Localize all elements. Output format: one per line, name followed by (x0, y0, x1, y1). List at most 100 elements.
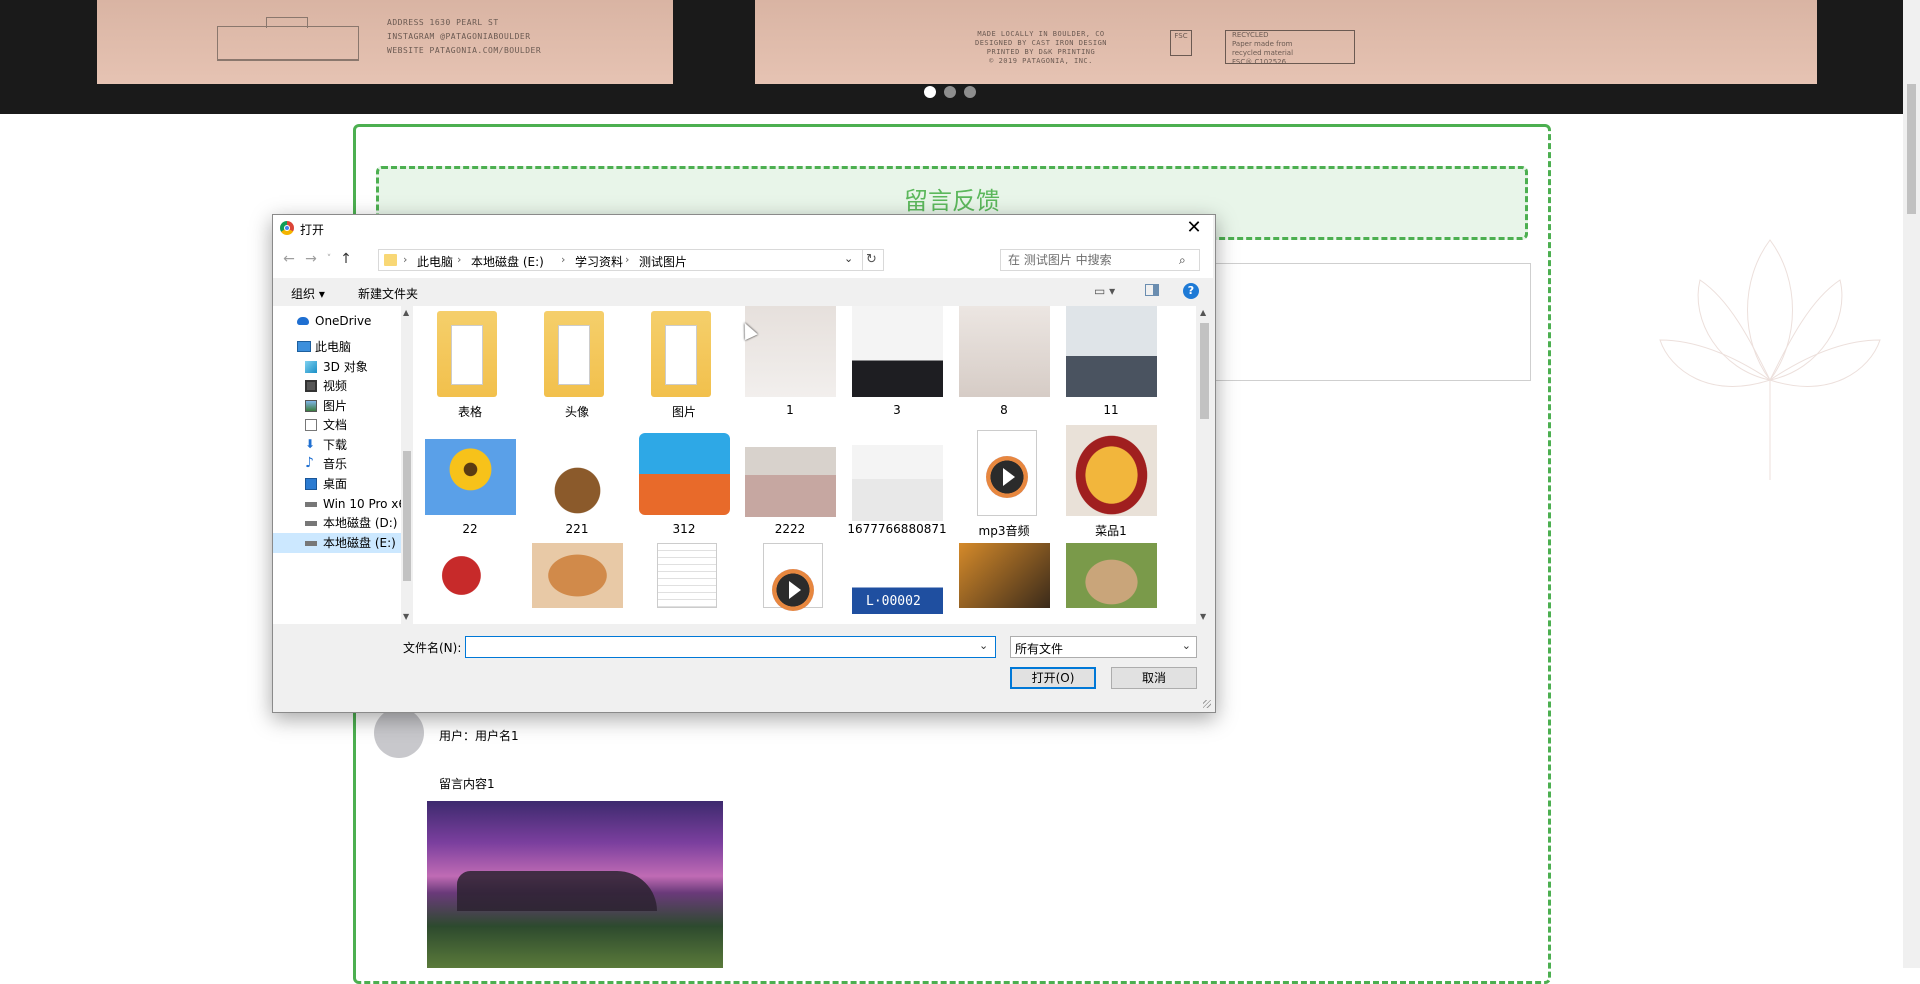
nav-item[interactable]: ♪ 音乐 (273, 454, 401, 474)
resize-grip-icon[interactable] (1203, 700, 1211, 708)
page-scrollbar-thumb[interactable] (1907, 84, 1916, 214)
file-item[interactable] (520, 543, 624, 624)
file-item[interactable]: 图片 (627, 306, 731, 421)
organize-menu[interactable]: 组织 ▾ (291, 285, 325, 302)
nav-item[interactable]: 本地磁盘 (D:) (273, 513, 401, 533)
file-item[interactable]: 22 (413, 425, 517, 540)
cancel-button[interactable]: 取消 (1111, 667, 1197, 689)
document-file-icon (657, 543, 717, 608)
dialog-titlebar[interactable]: 打开 ✕ (273, 215, 1213, 242)
filetype-select[interactable]: 所有文件 ⌄ (1010, 636, 1197, 658)
file-item[interactable]: 11 (1054, 306, 1158, 421)
open-button[interactable]: 打开(O) (1010, 667, 1096, 689)
filename-label: 文件名(N): (403, 641, 462, 655)
scroll-up-icon[interactable]: ▲ (403, 308, 409, 317)
scroll-down-icon[interactable]: ▼ (1200, 612, 1206, 621)
plate-text: L·00002 (866, 594, 921, 609)
navigation-pane-scrollbar[interactable]: ▲ ▼ (401, 306, 413, 624)
up-arrow-icon[interactable]: ↑ (336, 249, 356, 269)
file-item[interactable] (947, 543, 1051, 624)
folder-icon (437, 311, 497, 397)
breadcrumb-test-images[interactable]: 测试图片 (639, 253, 687, 270)
chevron-down-icon[interactable]: ⌄ (844, 252, 853, 265)
document-icon (305, 419, 317, 431)
nav-item[interactable]: ⬇ 下载 (273, 435, 401, 455)
desktop-icon (305, 478, 317, 490)
file-item[interactable]: L·00002 (840, 543, 944, 624)
nav-item[interactable]: 视频 (273, 376, 401, 396)
nav-item[interactable]: 桌面 (273, 474, 401, 494)
file-open-dialog: 打开 ✕ ← → ˅ ↑ › 此电脑 › 本地磁盘 (E:) › 学习资料 › … (272, 214, 1216, 713)
nav-item-label: 此电脑 (315, 340, 352, 354)
breadcrumb-study[interactable]: 学习资料 (575, 253, 623, 270)
navigation-scrollbar-thumb[interactable] (403, 451, 411, 581)
file-item[interactable]: 2222 (733, 425, 837, 540)
carousel-dot-1[interactable] (924, 86, 936, 98)
slide-credits-text: MADE LOCALLY IN BOULDER, CO DESIGNED BY … (975, 30, 1108, 65)
forward-arrow-icon[interactable]: → (301, 249, 321, 269)
chevron-down-icon[interactable]: ⌄ (979, 639, 988, 652)
picture-icon (305, 400, 317, 412)
filename-combobox[interactable]: ⌄ (465, 636, 996, 658)
image-thumbnail (959, 306, 1050, 397)
building-illustration (217, 17, 359, 61)
carousel-dot-2[interactable] (944, 86, 956, 98)
drive-icon (305, 541, 317, 546)
nav-item[interactable]: 本地磁盘 (E:) (273, 533, 401, 553)
nav-item-label: 本地磁盘 (E:) (323, 536, 396, 550)
dialog-toolbar: 组织 ▾ 新建文件夹 ▭ ▾ ? (273, 278, 1213, 306)
folder-icon (651, 311, 711, 397)
scroll-down-icon[interactable]: ▼ (403, 612, 409, 621)
avatar (374, 708, 424, 758)
file-list-scrollbar-thumb[interactable] (1200, 323, 1209, 419)
refresh-icon[interactable]: ↻ (860, 249, 884, 271)
message-textarea[interactable] (1205, 263, 1531, 381)
nav-item[interactable]: OneDrive (273, 311, 401, 331)
file-name: 11 (1103, 403, 1119, 417)
file-item[interactable]: 1677766880871 (840, 425, 947, 540)
address-bar[interactable]: › 此电脑 › 本地磁盘 (E:) › 学习资料 › 测试图片 ⌄ (378, 249, 863, 271)
file-item[interactable]: mp3音频 (947, 425, 1051, 540)
search-icon[interactable]: ⌕ (1179, 253, 1186, 268)
image-thumbnail (532, 543, 623, 608)
nav-item[interactable]: 此电脑 (273, 337, 401, 357)
image-carousel[interactable]: ADDRESS 1630 PEARL ST INSTAGRAM @PATAGON… (0, 0, 1903, 114)
filename-input[interactable] (470, 639, 970, 655)
scroll-up-icon[interactable]: ▲ (1200, 308, 1206, 317)
nav-item[interactable]: 图片 (273, 396, 401, 416)
nav-item-label: 桌面 (323, 477, 348, 491)
nav-item[interactable]: 3D 对象 (273, 357, 401, 377)
image-thumbnail (425, 543, 516, 608)
breadcrumb-drive-e[interactable]: 本地磁盘 (E:) (471, 253, 544, 270)
file-name: 菜品1 (1095, 524, 1127, 538)
file-item[interactable] (1054, 543, 1158, 624)
view-options-icon[interactable]: ▭ ▾ (1094, 284, 1115, 298)
file-item[interactable] (413, 543, 517, 624)
preview-pane-icon[interactable] (1145, 284, 1159, 296)
new-folder-button[interactable]: 新建文件夹 (358, 285, 418, 302)
file-item[interactable]: 8 (947, 306, 1051, 421)
file-item[interactable]: 表格 (413, 306, 517, 421)
carousel-dot-3[interactable] (964, 86, 976, 98)
search-box[interactable]: ⌕ (1000, 249, 1200, 271)
image-thumbnail (425, 439, 516, 515)
file-name: 1 (786, 403, 794, 417)
file-item[interactable]: 312 (627, 425, 731, 540)
file-item[interactable]: 221 (520, 425, 624, 540)
nav-item[interactable]: Win 10 Pro x64 (273, 494, 401, 514)
file-item[interactable]: 菜品1 (1054, 425, 1158, 540)
file-item[interactable]: 3 (840, 306, 944, 421)
back-arrow-icon[interactable]: ← (279, 249, 299, 269)
page-scrollbar[interactable] (1903, 0, 1920, 968)
breadcrumb-this-pc[interactable]: 此电脑 (417, 253, 453, 270)
nav-item-label: OneDrive (315, 314, 372, 328)
file-item[interactable]: 头像 (520, 306, 624, 421)
help-icon[interactable]: ? (1183, 283, 1199, 299)
nav-item[interactable]: 文档 (273, 415, 401, 435)
close-icon[interactable]: ✕ (1179, 217, 1209, 239)
file-list-scrollbar[interactable]: ▲ ▼ (1196, 306, 1213, 624)
search-input[interactable] (1008, 252, 1173, 268)
file-item[interactable] (627, 543, 731, 624)
file-item[interactable] (733, 543, 837, 624)
computer-icon (297, 341, 311, 352)
